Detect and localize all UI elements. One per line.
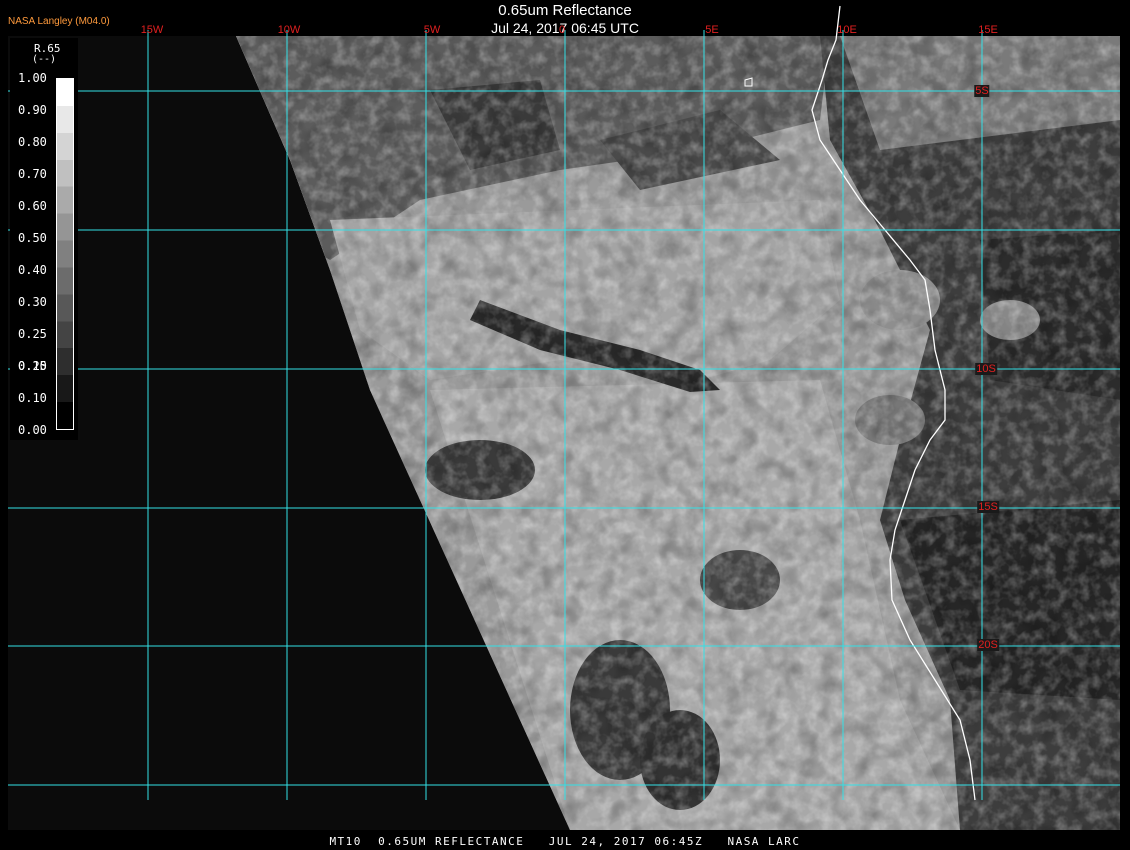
legend-tick: 0.00: [18, 423, 47, 437]
legend-tick: 0.70: [18, 167, 47, 181]
lat-label-15s: 15S: [977, 501, 999, 513]
lat-label-5s: 5S: [974, 85, 990, 97]
lon-label-0: 0: [558, 24, 566, 36]
lat-label-10s: 10S: [975, 363, 997, 375]
lon-label-5w: 5W: [423, 24, 441, 36]
lon-label-10w: 10W: [277, 24, 301, 36]
lon-label-15w: 15W: [140, 24, 164, 36]
legend-tick: 0.60: [18, 199, 47, 213]
lon-label-5e: 5E: [705, 24, 719, 36]
colorbar-legend: R.65 (--) 1.00 0.90 0.80 0.70 0.60 0.50 …: [10, 38, 78, 440]
legend-tick: 1.00: [18, 71, 47, 85]
legend-tick: 0.10: [18, 391, 47, 405]
legend-colorbar: [56, 78, 74, 430]
satellite-image: [0, 0, 1130, 850]
legend-tick: 0.50: [18, 231, 47, 245]
legend-tick: 0.90: [18, 103, 47, 117]
footer-caption: MT10 0.65UM REFLECTANCE JUL 24, 2017 06:…: [329, 835, 801, 848]
image-title: 0.65um Reflectance: [498, 2, 632, 19]
legend-tick: 0.15: [18, 359, 47, 373]
lat-label-20s: 20S: [977, 639, 999, 651]
legend-tick: 0.80: [18, 135, 47, 149]
legend-tick: 0.30: [18, 295, 47, 309]
legend-tick: 0.40: [18, 263, 47, 277]
lon-label-15e: 15E: [978, 24, 998, 36]
legend-tick: 0.25: [18, 327, 47, 341]
lon-label-10e: 10E: [837, 24, 857, 36]
legend-unit: (--): [32, 54, 57, 65]
